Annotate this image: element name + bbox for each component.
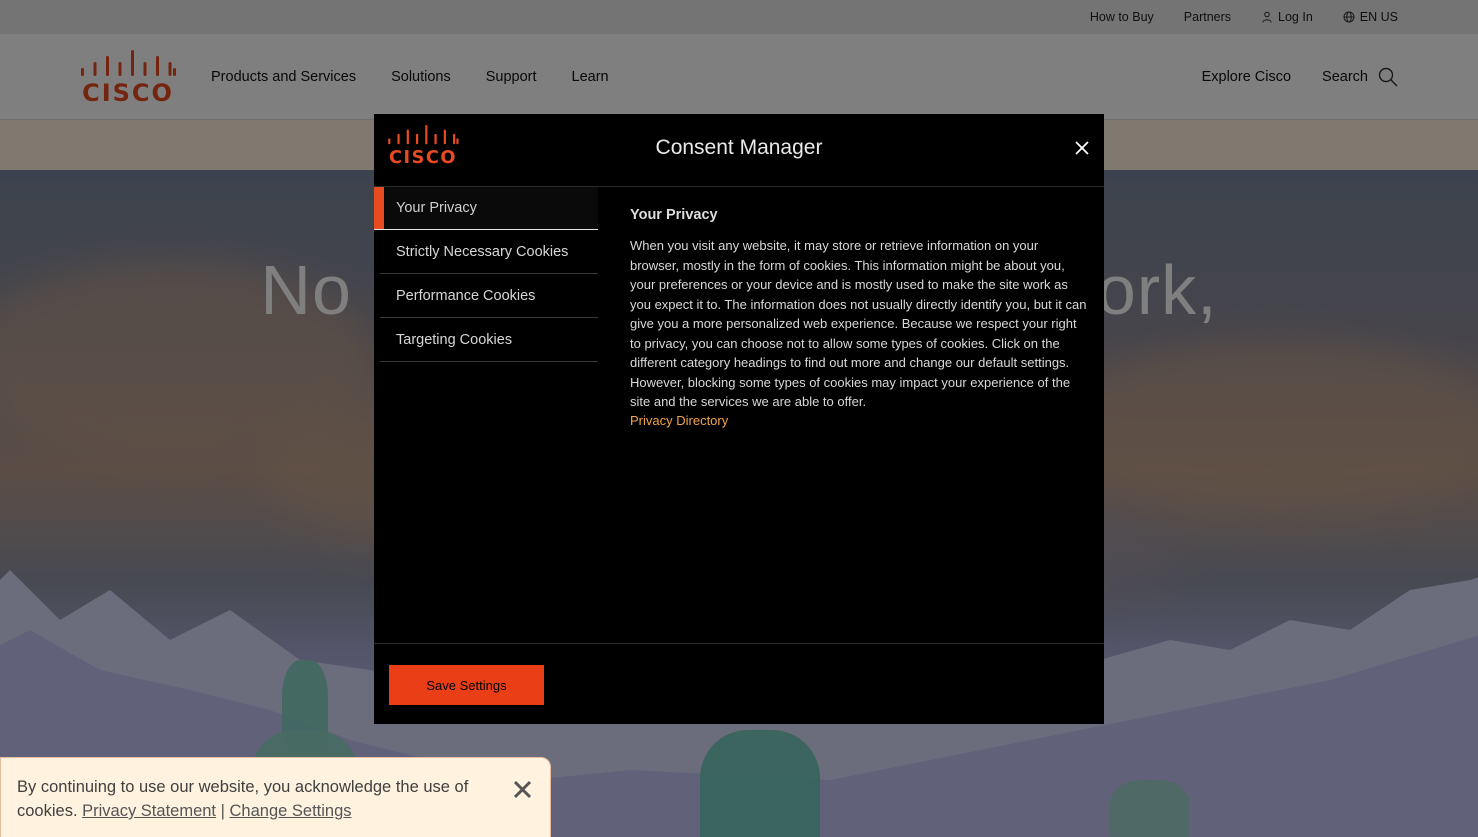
link-separator: | — [220, 802, 225, 820]
privacy-directory-link[interactable]: Privacy Directory — [630, 413, 728, 428]
close-icon[interactable] — [1074, 140, 1090, 156]
privacy-statement-link[interactable]: Privacy Statement — [82, 802, 216, 820]
consent-category-tabs: Your Privacy Strictly Necessary Cookies … — [374, 187, 598, 362]
active-tab-indicator — [374, 187, 384, 229]
content-body: When you visit any website, it may store… — [630, 238, 1087, 409]
change-settings-link[interactable]: Change Settings — [230, 802, 352, 820]
tab-your-privacy[interactable]: Your Privacy — [374, 187, 598, 230]
tab-content-panel: Your Privacy When you visit any website,… — [630, 207, 1090, 430]
save-settings-button[interactable]: Save Settings — [389, 665, 544, 705]
dialog-title: Consent Manager — [655, 136, 823, 159]
content-heading: Your Privacy — [630, 207, 718, 223]
tab-performance-cookies[interactable]: Performance Cookies — [380, 274, 598, 318]
consent-manager-dialog: CISCO Consent Manager Your Privacy Stric… — [374, 114, 1104, 724]
dialog-footer: Save Settings — [374, 643, 1104, 724]
close-icon[interactable] — [513, 780, 532, 799]
cookie-notice-text: By continuing to use our website, you ac… — [17, 778, 469, 820]
dialog-header: CISCO Consent Manager — [374, 114, 1104, 187]
cookie-notice-banner: By continuing to use our website, you ac… — [0, 757, 551, 837]
tab-targeting-cookies[interactable]: Targeting Cookies — [380, 318, 598, 362]
tab-strictly-necessary-cookies[interactable]: Strictly Necessary Cookies — [380, 230, 598, 274]
